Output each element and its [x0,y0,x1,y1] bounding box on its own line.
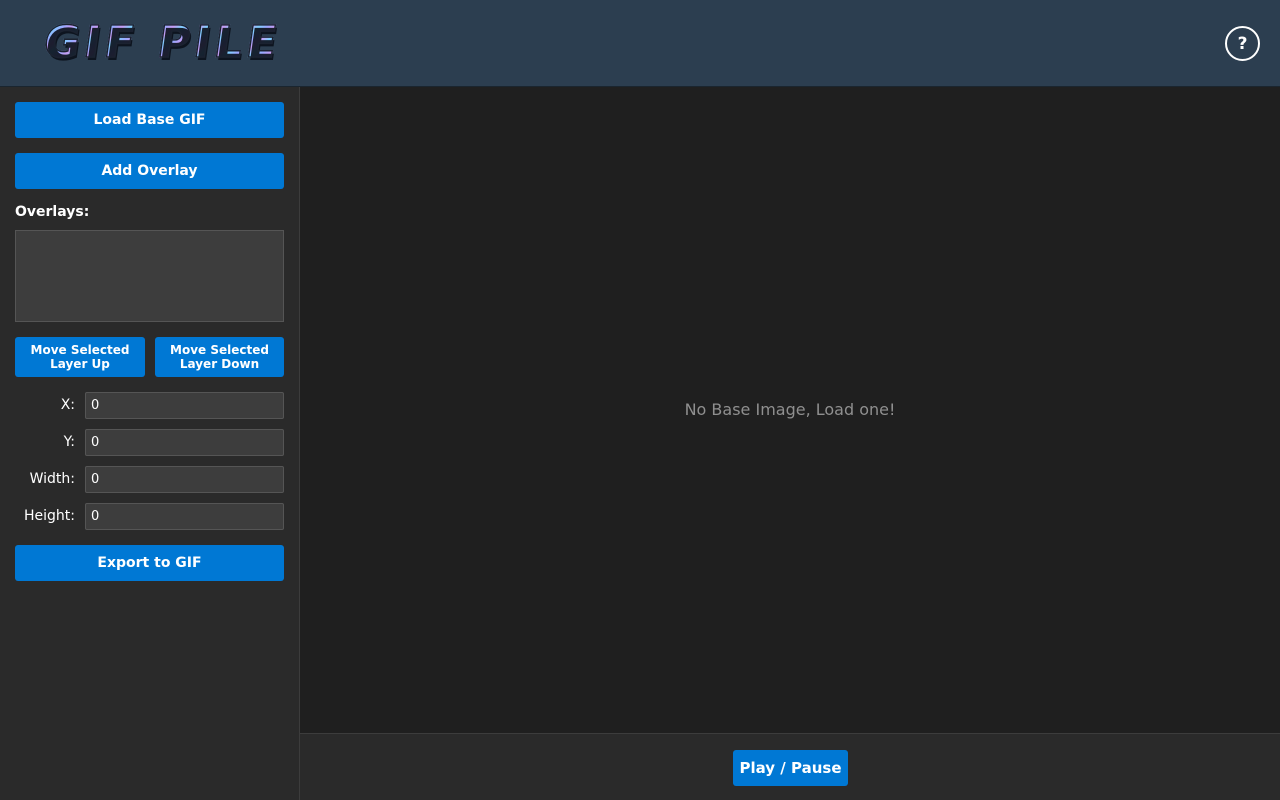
preview-canvas[interactable]: No Base Image, Load one! [300,87,1280,733]
play-pause-button[interactable]: Play / Pause [733,750,848,786]
height-input[interactable] [85,503,284,530]
app-header: GIF PILE ? [0,0,1280,87]
move-layer-up-button[interactable]: Move Selected Layer Up [15,337,145,377]
x-input[interactable] [85,392,284,419]
x-label: X: [60,397,75,413]
export-gif-button[interactable]: Export to GIF [15,545,284,581]
width-input[interactable] [85,466,284,493]
logo-text: GIF PILE [40,16,285,69]
app-logo: GIF PILE [40,16,285,69]
overlays-label: Overlays: [15,204,90,220]
height-label: Height: [24,508,75,524]
help-button[interactable]: ? [1225,26,1260,61]
move-layer-down-button[interactable]: Move Selected Layer Down [155,337,284,377]
empty-canvas-message: No Base Image, Load one! [684,400,896,419]
overlays-list[interactable] [15,230,284,322]
load-base-gif-button[interactable]: Load Base GIF [15,102,284,138]
y-label: Y: [63,434,75,450]
sidebar: Load Base GIF Add Overlay Overlays: Move… [0,87,300,800]
add-overlay-button[interactable]: Add Overlay [15,153,284,189]
y-input[interactable] [85,429,284,456]
width-label: Width: [29,471,75,487]
playback-footer: Play / Pause [300,733,1280,800]
